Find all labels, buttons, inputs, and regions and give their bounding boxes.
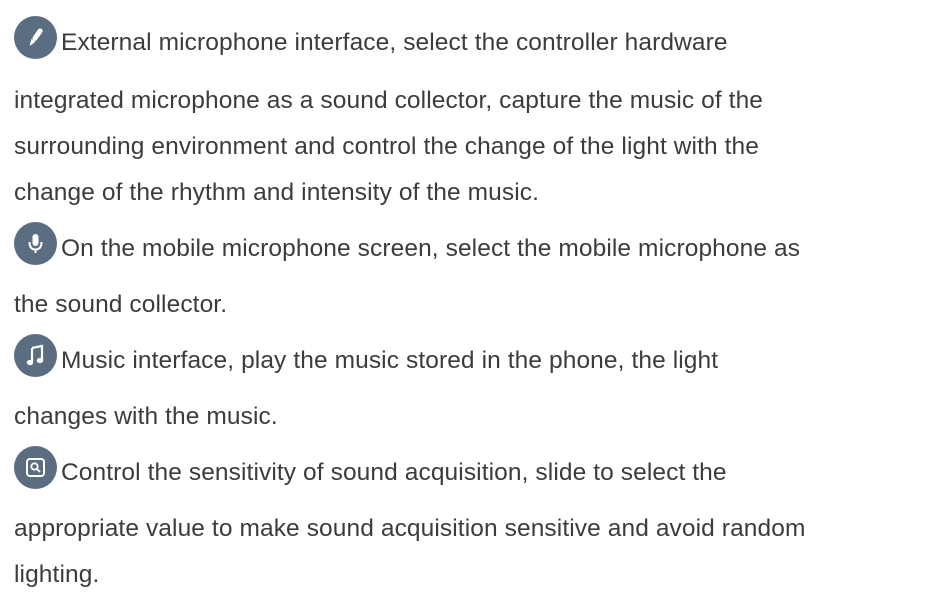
paragraph-line: On the mobile microphone screen, select …: [61, 235, 801, 262]
paragraph-line: integrated microphone as a sound collect…: [14, 87, 764, 114]
paragraph-line: appropriate value to make sound acquisit…: [14, 515, 806, 542]
paragraph-line: surrounding environment and control the …: [14, 133, 759, 160]
mobile-microphone-paragraph: On the mobile microphone screen, select …: [14, 216, 928, 328]
paragraph-line: changes with the music.: [14, 403, 278, 430]
paragraph-line: External microphone interface, select th…: [61, 29, 728, 56]
instructions-document: External microphone interface, select th…: [14, 0, 928, 598]
sensitivity-paragraph: Control the sensitivity of sound acquisi…: [14, 440, 928, 598]
line: Music interface, play the music stored i…: [14, 328, 928, 394]
line: Control the sensitivity of sound acquisi…: [14, 440, 928, 506]
microphone-pen-icon: [14, 16, 57, 60]
line: External microphone interface, select th…: [14, 0, 928, 78]
paragraph-line: Music interface, play the music stored i…: [61, 347, 719, 374]
mobile-microphone-icon: [14, 222, 57, 266]
paragraph-line: Control the sensitivity of sound acquisi…: [61, 459, 727, 486]
paragraph-line: the sound collector.: [14, 291, 228, 318]
music-paragraph: Music interface, play the music stored i…: [14, 328, 928, 440]
sensitivity-icon: [14, 446, 57, 490]
music-note-icon: [14, 334, 57, 378]
paragraph-line: lighting.: [14, 561, 100, 588]
paragraph-line: change of the rhythm and intensity of th…: [14, 179, 540, 206]
external-microphone-paragraph: External microphone interface, select th…: [14, 0, 928, 216]
line: On the mobile microphone screen, select …: [14, 216, 928, 282]
